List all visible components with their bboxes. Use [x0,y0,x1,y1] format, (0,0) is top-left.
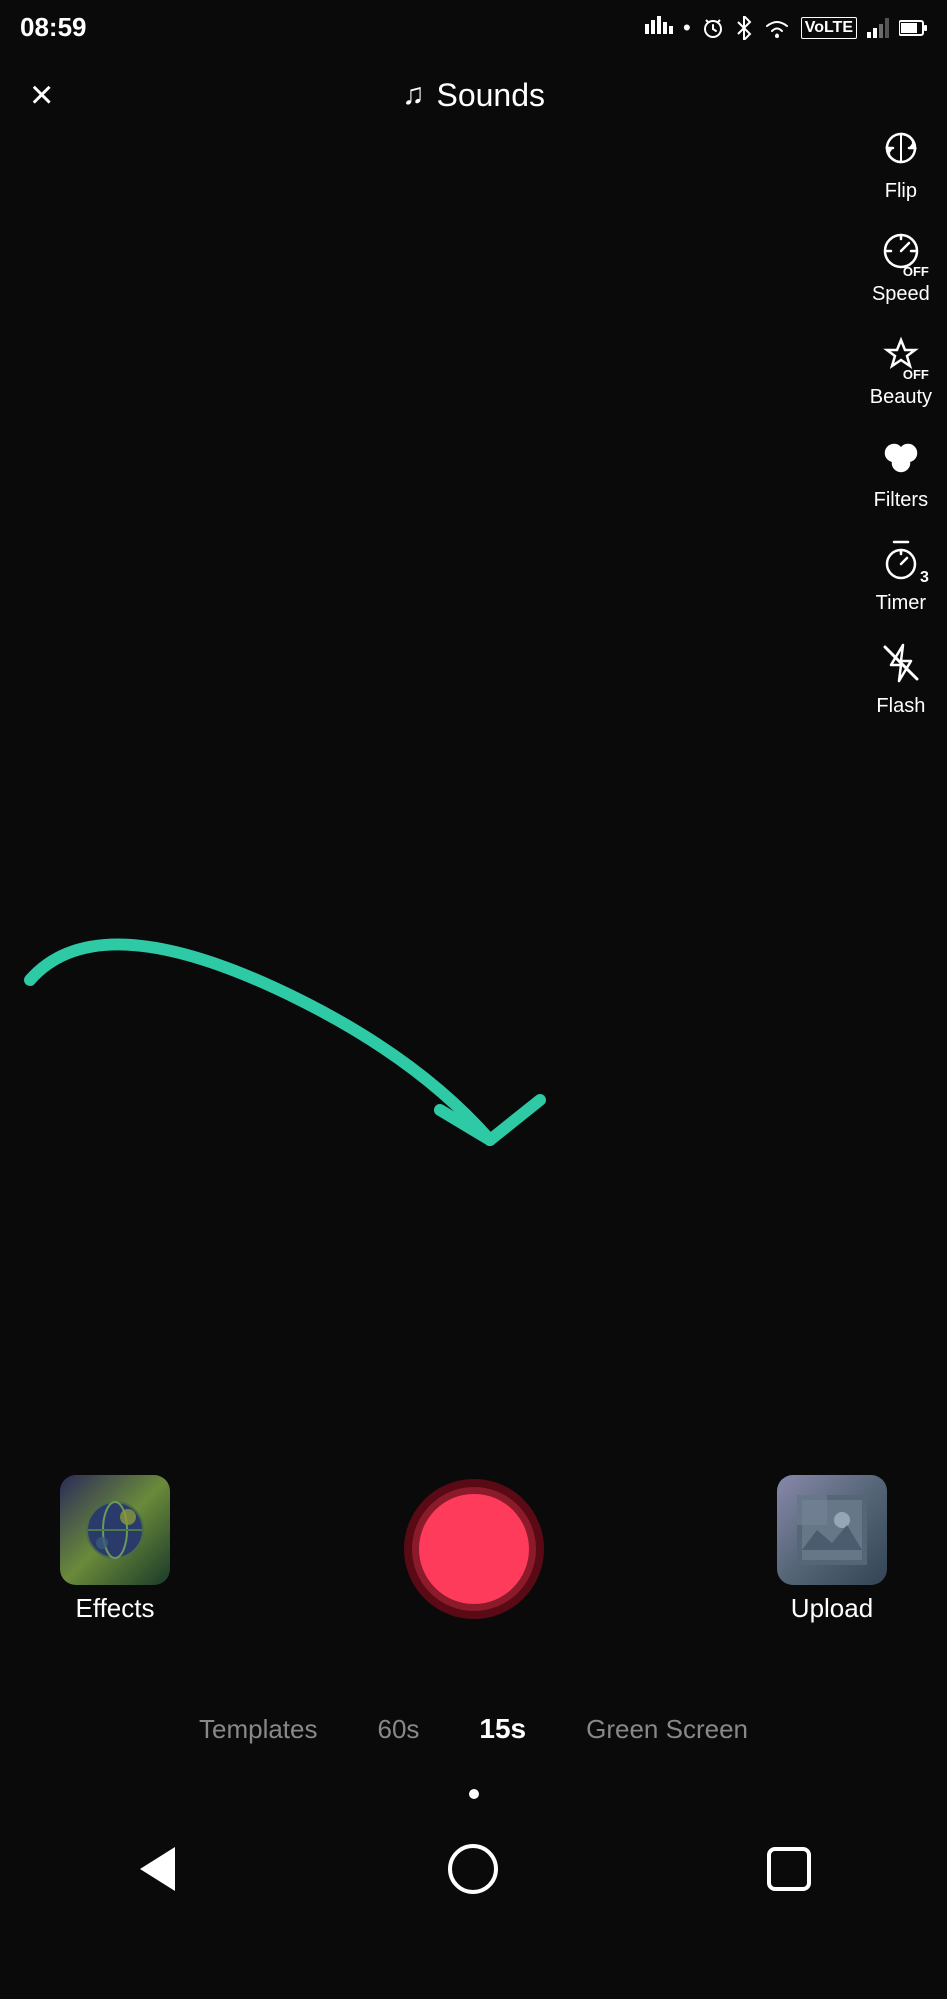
flip-label: Flip [885,180,917,203]
flash-button[interactable]: Flash [873,635,929,718]
filters-label: Filters [874,489,928,512]
beauty-icon: OFF [873,326,929,382]
nav-bar [0,1819,947,1919]
wifi-icon [763,17,791,39]
upload-label: Upload [791,1593,873,1624]
tab-60s[interactable]: 60s [377,1714,419,1745]
signal-icon [867,18,889,38]
flip-icon [873,120,929,176]
nav-back-icon [140,1847,175,1891]
header-title: ♫ Sounds [402,77,545,114]
flash-icon [873,635,929,691]
alarm-icon [701,16,725,40]
beauty-label: Beauty [870,386,932,409]
effects-button[interactable]: Effects [60,1475,170,1624]
timer-label: Timer [876,592,926,615]
nav-recents-icon [767,1847,811,1891]
status-icons: • VoLTE [645,15,927,41]
tab-green-screen[interactable]: Green Screen [586,1714,748,1745]
effects-thumb-inner [60,1475,170,1585]
status-bar: 08:59 • VoLTE [0,0,947,55]
flip-button[interactable]: Flip [873,120,929,203]
record-button[interactable] [404,1479,544,1619]
record-button-inner [419,1494,529,1604]
nav-home-icon [448,1844,498,1894]
bluetooth-icon [735,16,753,40]
tab-15s[interactable]: 15s [479,1713,526,1745]
music-icon: ♫ [402,78,425,112]
effects-thumb-icon [80,1495,150,1565]
speed-off-badge: OFF [903,264,929,279]
filters-icon [873,429,929,485]
speed-label: Speed [872,283,930,306]
flash-label: Flash [876,695,925,718]
timer-button[interactable]: 3 Timer [873,532,929,615]
tab-templates[interactable]: Templates [199,1714,318,1745]
sounds-title: Sounds [436,77,545,114]
filters-button[interactable]: Filters [873,429,929,512]
dot-icon: • [683,15,691,41]
nav-back-button[interactable] [128,1839,188,1899]
upload-thumbnail [777,1475,887,1585]
nav-home-button[interactable] [443,1839,503,1899]
header: × ♫ Sounds [0,55,947,135]
speed-icon: OFF [873,223,929,279]
effects-thumbnail [60,1475,170,1585]
lte-icon: VoLTE [801,17,857,39]
timer-icon: 3 [873,532,929,588]
right-toolbar: Flip OFF Speed OFF Beauty [870,120,932,718]
upload-thumb-inner [777,1475,887,1585]
close-button[interactable]: × [30,75,53,115]
mode-tabs: Templates 60s 15s Green Screen [0,1689,947,1769]
status-time: 08:59 [20,12,87,43]
speed-button[interactable]: OFF Speed [872,223,930,306]
nav-recents-button[interactable] [759,1839,819,1899]
camera-controls: Effects Upload [0,1439,947,1659]
effects-label: Effects [75,1593,154,1624]
mode-indicator-dot [469,1789,479,1799]
upload-thumb-icon [797,1495,867,1565]
beauty-button[interactable]: OFF Beauty [870,326,932,409]
timer-3-badge: 3 [920,569,929,587]
battery-icon [899,19,927,37]
upload-button[interactable]: Upload [777,1475,887,1624]
beauty-off-badge: OFF [903,367,929,382]
visualizer-icon [645,16,673,40]
